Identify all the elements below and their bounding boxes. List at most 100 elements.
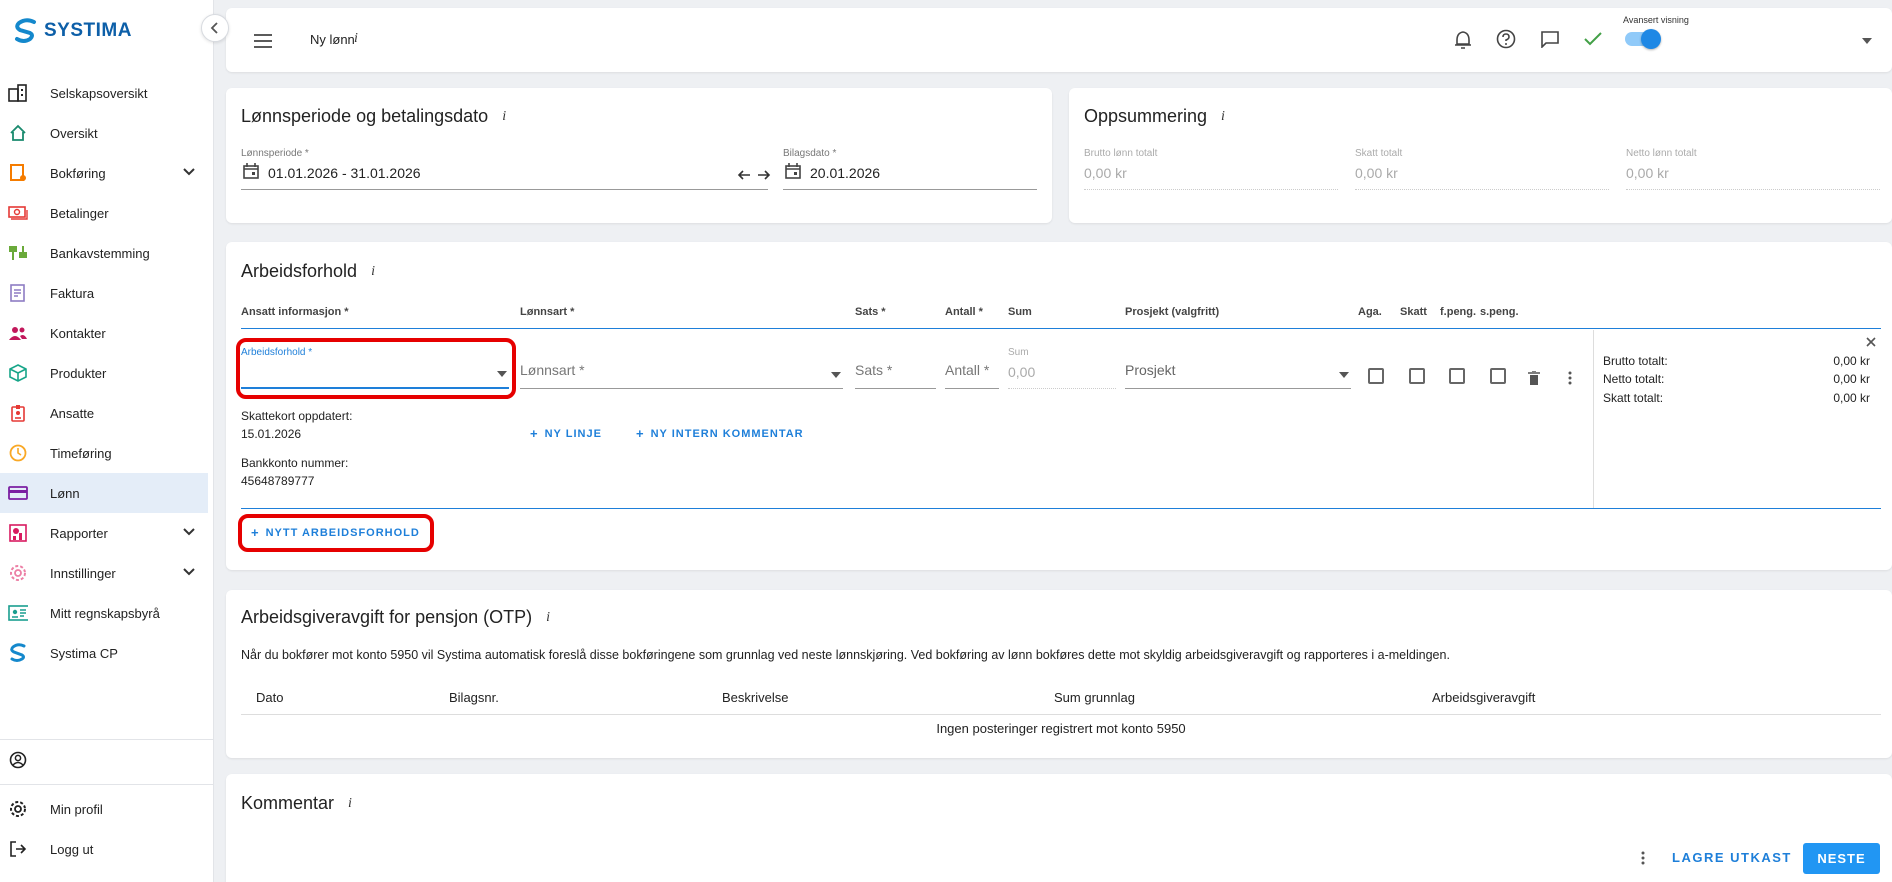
col-header-fpeng: f.peng. (1440, 306, 1477, 318)
arrow-left-icon[interactable] (737, 170, 751, 180)
arrow-right-icon[interactable] (757, 170, 771, 180)
col-header-sum-grunnlag: Sum grunnlag (1054, 690, 1135, 705)
row-divider (241, 508, 1881, 509)
top-bar: Ny lønn i Avansert visning (226, 8, 1892, 72)
sidebar-item-produkter[interactable]: Produkter (0, 353, 208, 393)
chevron-down-icon[interactable] (182, 165, 196, 179)
menu-icon[interactable] (254, 34, 272, 48)
info-icon[interactable]: i (1221, 109, 1225, 125)
chevron-down-icon[interactable] (182, 525, 196, 539)
prosjekt-select[interactable]: Prosjekt (1125, 362, 1351, 389)
sats-input[interactable]: Sats * (855, 362, 936, 389)
netto-field: Netto lønn totalt 0,00 kr (1626, 148, 1880, 190)
sidebar-item-kontakter[interactable]: Kontakter (0, 313, 208, 353)
delete-icon[interactable] (1528, 371, 1540, 385)
calendar-icon[interactable] (243, 163, 259, 179)
contacts-icon (8, 323, 28, 343)
plus-icon: + (530, 426, 539, 441)
caret-down-icon[interactable] (1862, 38, 1872, 44)
totals-divider (1593, 330, 1594, 508)
brutto-total-value: 0,00 kr (1833, 354, 1870, 368)
bell-icon[interactable] (1454, 30, 1472, 50)
badge-icon (8, 403, 28, 423)
collapse-sidebar-button[interactable] (201, 14, 229, 42)
sidebar-item-bokforing[interactable]: Bokføring (0, 153, 208, 193)
sidebar-item-label: Bokføring (50, 165, 106, 181)
brutto-total-label: Brutto totalt: (1603, 354, 1668, 368)
more-vert-icon[interactable] (1568, 371, 1572, 385)
card-header: Kommentar i (241, 793, 352, 814)
info-icon[interactable]: i (546, 610, 550, 626)
sidebar-item-betalinger[interactable]: Betalinger (0, 193, 208, 233)
check-icon[interactable] (1584, 32, 1602, 46)
sidebar-item-bankavstemming[interactable]: Bankavstemming (0, 233, 208, 273)
sidebar-item-min-profil[interactable]: Min profil (0, 789, 214, 829)
period-field[interactable]: Lønnsperiode * 01.01.2026 - 31.01.2026 (241, 148, 771, 190)
placeholder: Prosjekt (1125, 362, 1176, 378)
divider (0, 784, 214, 785)
info-icon[interactable]: i (354, 31, 358, 47)
ny-linje-button[interactable]: + NY LINJE (530, 426, 602, 441)
lonnsart-select[interactable]: Lønnsart * (520, 362, 843, 389)
chevron-down-icon[interactable] (182, 565, 196, 579)
skattekort-value: 15.01.2026 (241, 427, 302, 441)
sidebar-item-selskapsoversikt[interactable]: Selskapsoversikt (0, 73, 208, 113)
ledger-icon (8, 163, 28, 183)
skatt-field: Skatt totalt 0,00 kr (1355, 148, 1609, 190)
field-label: Netto lønn totalt (1626, 148, 1697, 159)
save-draft-button[interactable]: LAGRE UTKAST (1672, 850, 1792, 865)
header-divider (241, 328, 1881, 329)
info-icon[interactable]: i (348, 796, 352, 812)
sidebar-item-label: Rapporter (50, 525, 108, 541)
caret-down-icon (831, 372, 841, 378)
card-title: Kommentar (241, 793, 335, 813)
field-label: Sum (1008, 347, 1029, 358)
sidebar-item-logg-ut[interactable]: Logg ut (0, 829, 214, 869)
sidebar: SYSTIMA Selskapsoversikt Oversikt Bokfør… (0, 0, 214, 882)
col-header-speng: s.peng. (1480, 306, 1519, 318)
calendar-icon[interactable] (785, 163, 801, 179)
placeholder: Sats * (855, 362, 893, 378)
money-icon (8, 203, 28, 223)
placeholder: Antall * (945, 362, 990, 378)
aga-checkbox[interactable] (1368, 368, 1384, 384)
field-label: Lønnsperiode * (241, 148, 309, 159)
logo[interactable]: SYSTIMA (14, 18, 132, 44)
highlight-box (236, 338, 516, 399)
field-value: 0,00 kr (1355, 165, 1398, 181)
sidebar-item-innstillinger[interactable]: Innstillinger (0, 553, 208, 593)
speng-checkbox[interactable] (1490, 368, 1506, 384)
sidebar-item-faktura[interactable]: Faktura (0, 273, 208, 313)
bilagsdato-field[interactable]: Bilagsdato * 20.01.2026 (783, 148, 1037, 190)
sidebar-item-label: Ansatte (50, 405, 95, 421)
info-icon[interactable]: i (502, 109, 506, 125)
advanced-view-toggle[interactable] (1625, 29, 1661, 49)
close-icon[interactable] (1866, 337, 1876, 347)
chat-icon[interactable] (1540, 30, 1560, 48)
id-card-icon (8, 603, 28, 623)
period-value: 01.01.2026 - 31.01.2026 (268, 165, 421, 181)
field-value: 0,00 kr (1084, 165, 1127, 181)
help-icon[interactable] (1496, 29, 1516, 49)
col-header-sum: Sum (1008, 306, 1032, 318)
account-avatar-button[interactable] (0, 740, 214, 780)
comment-card (226, 774, 1892, 882)
toggle-label: Avansert visning (1623, 15, 1689, 25)
antall-input[interactable]: Antall * (945, 362, 999, 389)
page-title: Ny lønn (310, 32, 355, 47)
sidebar-item-rapporter[interactable]: Rapporter (0, 513, 208, 553)
ny-intern-kommentar-button[interactable]: + NY INTERN KOMMENTAR (636, 426, 804, 441)
next-button[interactable]: NESTE (1803, 843, 1880, 874)
sidebar-item-oversikt[interactable]: Oversikt (0, 113, 208, 153)
sidebar-item-regnskapsbyra[interactable]: Mitt regnskapsbyrå (0, 593, 208, 633)
sidebar-item-ansatte[interactable]: Ansatte (0, 393, 208, 433)
sidebar-item-timeforing[interactable]: Timeføring (0, 433, 208, 473)
sidebar-item-lonn[interactable]: Lønn (0, 473, 208, 513)
period-card: Lønnsperiode og betalingsdato i Lønnsper… (226, 88, 1052, 223)
info-icon[interactable]: i (371, 264, 375, 280)
bilagsdato-value: 20.01.2026 (810, 165, 881, 181)
sidebar-item-systima-cp[interactable]: Systima CP (0, 633, 208, 673)
fpeng-checkbox[interactable] (1449, 368, 1465, 384)
skatt-checkbox[interactable] (1409, 368, 1425, 384)
more-vert-icon[interactable] (1641, 851, 1645, 865)
